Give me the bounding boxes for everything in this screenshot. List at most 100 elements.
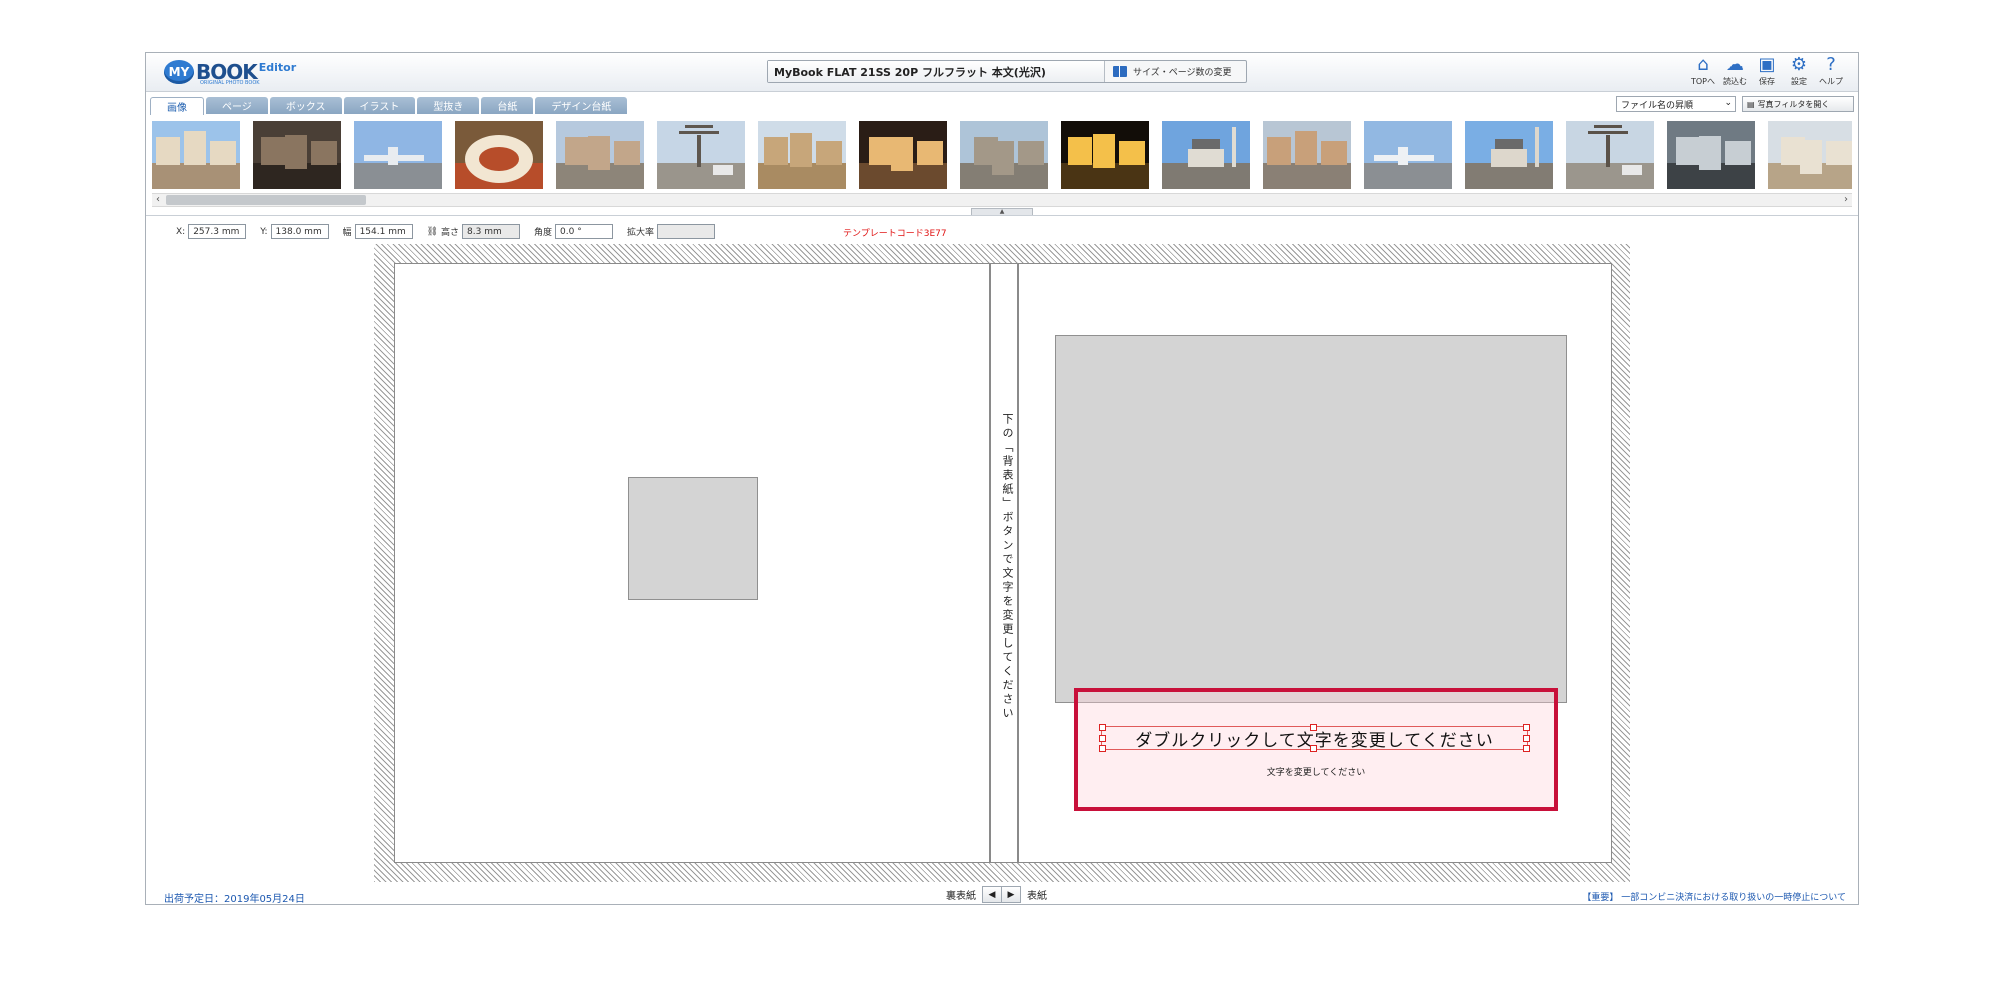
thumbnail-scrollbar[interactable]: ‹ › [152,193,1852,207]
front-cover-label: 表紙 [1027,891,1047,902]
thumbnail-image [859,121,947,189]
title-text-box[interactable]: ダブルクリックして文字を変更してください [1099,724,1530,752]
photo-thumbnail[interactable] [1162,121,1250,189]
size-page-change-button[interactable]: サイズ・ページ数の変更 [1105,65,1246,78]
photo-thumbnail[interactable] [556,121,644,189]
photo-thumbnail[interactable] [1263,121,1351,189]
home-button[interactable]: ⌂ TOPへ [1690,55,1716,87]
tab-3[interactable]: イラスト [343,97,416,114]
editor-window: MY BOOK Editor ORIGINAL PHOTO BOOK MyBoo… [145,52,1859,905]
size-page-change-label: サイズ・ページ数の変更 [1133,68,1232,78]
scroll-left-icon[interactable]: ‹ [152,194,164,206]
photo-filter-button[interactable]: ▤ 写真フィルタを開く [1742,96,1854,112]
height-field[interactable]: 8.3 mm [462,224,521,239]
width-label: 幅 [342,228,352,238]
important-notice-link[interactable]: 【重要】 一部コンビニ決済における取り扱いの一時停止について [1582,890,1846,903]
lock-icon[interactable]: ⛓ [427,227,438,237]
settings-label: 設定 [1791,77,1807,86]
x-field[interactable]: 257.3 mm [188,224,247,239]
resize-handle-top-right[interactable] [1523,724,1530,731]
y-field[interactable]: 138.0 mm [270,224,329,239]
settings-button[interactable]: ⚙ 設定 [1786,55,1812,87]
thumbnail-image [758,121,846,189]
thumbnail-image [657,121,745,189]
tab-5[interactable]: 台紙 [481,97,534,114]
photo-thumbnail[interactable] [859,121,947,189]
thumbnail-image [455,121,543,189]
filter-icon: ▤ [1747,99,1755,109]
y-label: Y: [260,226,268,237]
scrollbar-thumb[interactable] [166,195,366,205]
sort-order-value: ファイル名の昇順 [1621,100,1694,111]
thumbnail-image [1465,121,1553,189]
resize-handle-left[interactable] [1099,735,1106,742]
thumbnail-image [1061,121,1149,189]
scroll-right-icon[interactable]: › [1840,194,1852,206]
x-label: X: [176,226,186,237]
angle-field[interactable]: 0.0 ° [555,224,614,239]
photo-thumbnail[interactable] [960,121,1048,189]
resize-handle-top[interactable] [1310,724,1317,731]
panel-divider [146,215,1858,216]
photo-thumbnail[interactable] [1667,121,1755,189]
tab-1[interactable]: ページ [206,97,268,114]
prev-page-button[interactable]: ◀ [983,887,1001,902]
scale-field[interactable] [657,224,716,239]
photo-thumbnail[interactable] [758,121,846,189]
load-button[interactable]: ☁ 読込む [1722,55,1748,87]
book-title: MyBook FLAT 21SS 20P フルフラット 本文(光沢) [768,61,1105,82]
tabs-row: 画像 ページ ボックス イラスト 型抜き 台紙 デザイン台紙 ファイル名の昇順 ⌄ ▤ 写真… [150,93,1854,115]
load-icon: ☁ [1726,54,1744,75]
panel-tabs: 画像 ページ ボックス イラスト 型抜き 台紙 デザイン台紙 [150,97,629,115]
logo-subtitle: ORIGINAL PHOTO BOOK [200,80,260,86]
help-icon: ? [1826,54,1836,75]
logo-editor-text: Editor [258,60,297,74]
spine-text[interactable]: 下の「背表紙」ボタンで文字を変更してください [993,413,1015,721]
help-label: ヘルプ [1819,77,1843,86]
tab-2[interactable]: ボックス [269,97,342,114]
pager-buttons: ◀ ▶ [982,886,1021,903]
photo-thumbnail[interactable] [253,121,341,189]
load-label: 読込む [1723,77,1747,86]
thumbnail-image [556,121,644,189]
photo-thumbnail[interactable] [1061,121,1149,189]
resize-handle-bottom-right[interactable] [1523,745,1530,752]
save-button[interactable]: ▣ 保存 [1754,55,1780,87]
help-button[interactable]: ? ヘルプ [1818,55,1844,87]
save-icon: ▣ [1758,54,1776,75]
mybook-logo[interactable]: MY BOOK Editor ORIGINAL PHOTO BOOK [164,58,296,86]
photo-thumbnail[interactable] [1465,121,1553,189]
back-photo-slot[interactable] [628,477,758,600]
angle-label: 角度 [534,228,553,238]
tab-4[interactable]: 型抜き [417,97,480,114]
photo-thumbnail[interactable] [1566,121,1654,189]
width-field[interactable]: 154.1 mm [354,224,413,239]
thumbnail-image [960,121,1048,189]
sort-order-select[interactable]: ファイル名の昇順 ⌄ [1616,96,1736,112]
thumbnail-image [1263,121,1351,189]
subtitle-text[interactable]: 文字を変更してください [1074,765,1558,778]
photo-thumbnail[interactable] [455,121,543,189]
tab-0[interactable]: 画像 [150,97,204,115]
home-label: TOPへ [1690,77,1715,86]
next-page-button[interactable]: ▶ [1001,887,1020,902]
settings-icon: ⚙ [1790,54,1808,75]
top-icon-toolbar: ⌂ TOPへ ☁ 読込む ▣ 保存 ⚙ 設定? ヘルプ [1690,55,1844,87]
photo-thumbnail[interactable] [1768,121,1852,189]
page-navigator: 裏表紙 ◀ ▶ 表紙 [946,886,1047,903]
thumbnail-image [1768,121,1852,189]
tab-6[interactable]: デザイン台紙 [535,97,628,114]
resize-handle-bottom[interactable] [1310,745,1317,752]
save-label: 保存 [1759,77,1775,86]
resize-handle-bottom-left[interactable] [1099,745,1106,752]
resize-handle-top-left[interactable] [1099,724,1106,731]
properties-bar: X: 257.3 mm Y: 138.0 mm 幅 154.1 mm ⛓ 高さ … [176,224,729,239]
photo-thumbnail[interactable] [152,121,240,189]
front-photo-slot[interactable] [1055,335,1567,703]
photo-thumbnail[interactable] [657,121,745,189]
photo-thumbnail[interactable] [1364,121,1452,189]
back-cover-label: 裏表紙 [946,891,976,902]
resize-handle-right[interactable] [1523,735,1530,742]
book-title-box: MyBook FLAT 21SS 20P フルフラット 本文(光沢) サイズ・ペ… [767,60,1247,83]
photo-thumbnail[interactable] [354,121,442,189]
